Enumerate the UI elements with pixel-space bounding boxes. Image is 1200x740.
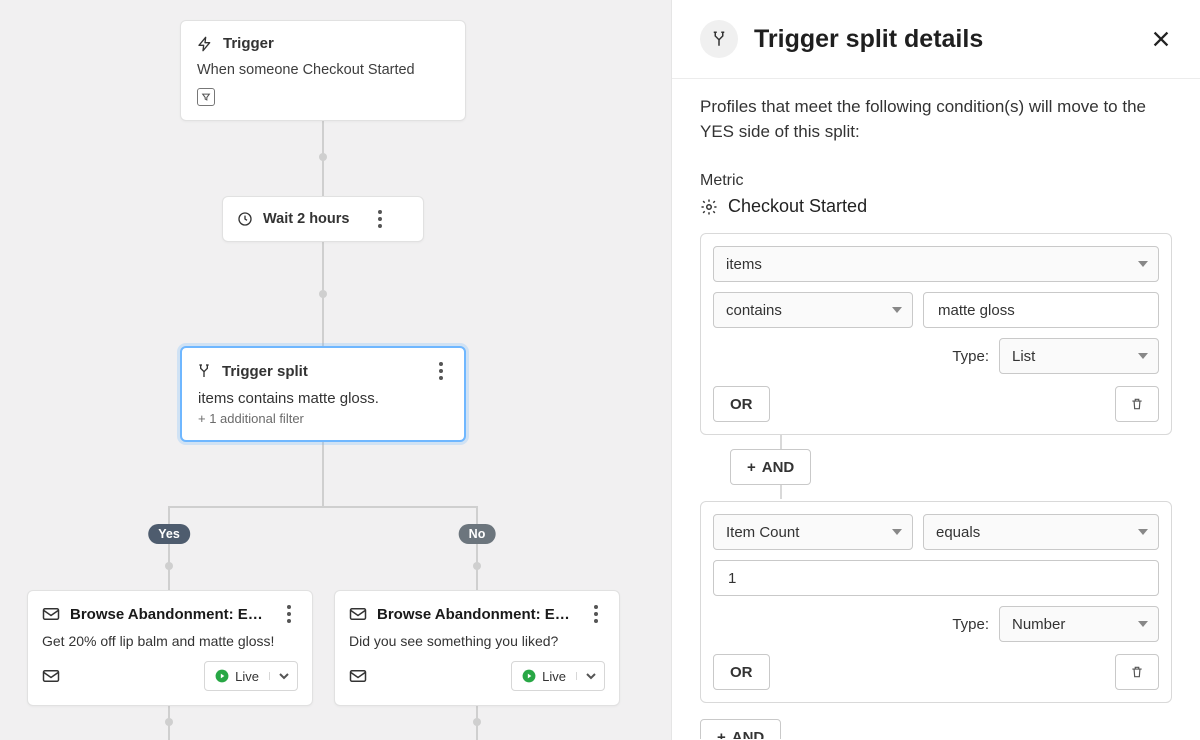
details-panel: Trigger split details Profiles that meet…: [671, 0, 1200, 740]
split-desc: items contains matte gloss.: [198, 390, 448, 407]
panel-intro: Profiles that meet the following conditi…: [700, 95, 1172, 144]
or-button[interactable]: OR: [713, 654, 770, 690]
email-card-no[interactable]: Browse Abandonment: Email… Did you see s…: [334, 590, 620, 706]
operator-select[interactable]: equals: [923, 514, 1159, 550]
branch-label-yes: Yes: [148, 524, 190, 544]
property-select[interactable]: items: [713, 246, 1159, 282]
caret-icon: [892, 529, 902, 535]
metric-label: Metric: [700, 172, 1172, 190]
status-text: Live: [542, 669, 566, 684]
email-yes-more-menu[interactable]: [280, 605, 298, 623]
trash-icon: [1130, 664, 1144, 680]
connector: [168, 506, 170, 590]
type-label: Type:: [952, 616, 989, 633]
connector: [322, 440, 324, 508]
flow-canvas[interactable]: Yes No Trigger When someone Checkout Sta…: [0, 0, 671, 740]
trigger-split-card[interactable]: Trigger split items contains matte gloss…: [180, 346, 466, 442]
email-yes-status-dropdown[interactable]: Live: [204, 661, 298, 691]
status-text: Live: [235, 669, 259, 684]
close-button[interactable]: [1150, 28, 1172, 50]
connector-dot: [473, 562, 481, 570]
gear-icon: [700, 198, 718, 216]
caret-icon: [1138, 353, 1148, 359]
caret-icon: [1138, 529, 1148, 535]
mail-icon: [349, 607, 367, 621]
property-value: Item Count: [726, 524, 799, 541]
no-text: No: [469, 527, 486, 541]
property-select[interactable]: Item Count: [713, 514, 913, 550]
mail-icon: [349, 669, 367, 683]
operator-value: equals: [936, 524, 980, 541]
value-input-field[interactable]: [936, 301, 1146, 320]
metric-value: Checkout Started: [728, 196, 867, 217]
trigger-title: Trigger: [223, 35, 274, 52]
value-input[interactable]: [923, 292, 1159, 328]
connector-dot: [473, 718, 481, 726]
connector-dot: [165, 718, 173, 726]
play-icon: [215, 669, 229, 683]
branch-label-no: No: [459, 524, 496, 544]
add-and-button[interactable]: + AND: [700, 719, 781, 739]
split-more-menu[interactable]: [432, 362, 450, 380]
clock-icon: [237, 211, 253, 227]
trigger-desc: When someone Checkout Started: [197, 62, 449, 78]
email-no-status-dropdown[interactable]: Live: [511, 661, 605, 691]
value-input[interactable]: [713, 560, 1159, 596]
split-sub: + 1 additional filter: [198, 411, 448, 426]
value-input-field[interactable]: [726, 569, 1146, 588]
plus-icon: +: [747, 459, 756, 476]
type-label: Type:: [952, 348, 989, 365]
chevron-down-icon: [269, 672, 297, 680]
operator-value: contains: [726, 302, 782, 319]
yes-text: Yes: [158, 527, 180, 541]
connector: [476, 506, 478, 590]
trash-icon: [1130, 396, 1144, 412]
connector-dot: [319, 290, 327, 298]
split-icon: [196, 363, 212, 379]
operator-select[interactable]: contains: [713, 292, 913, 328]
condition-block-2: Item Count equals Type: Number: [700, 501, 1172, 703]
mail-icon: [42, 669, 60, 683]
property-value: items: [726, 256, 762, 273]
email-yes-title: Browse Abandonment: Email…: [70, 606, 270, 623]
or-button[interactable]: OR: [713, 386, 770, 422]
caret-icon: [1138, 621, 1148, 627]
chevron-down-icon: [576, 672, 604, 680]
and-chip[interactable]: + AND: [730, 449, 811, 485]
delete-condition-button[interactable]: [1115, 386, 1159, 422]
type-select[interactable]: List: [999, 338, 1159, 374]
mail-icon: [42, 607, 60, 621]
wait-label: Wait 2 hours: [263, 211, 349, 227]
filter-icon: [197, 88, 449, 106]
panel-title: Trigger split details: [754, 25, 1134, 54]
trigger-card[interactable]: Trigger When someone Checkout Started: [180, 20, 466, 121]
condition-block-1: items contains Type: List: [700, 233, 1172, 435]
type-select[interactable]: Number: [999, 606, 1159, 642]
connector-dot: [319, 153, 327, 161]
wait-card[interactable]: Wait 2 hours: [222, 196, 424, 242]
type-value: List: [1012, 348, 1035, 365]
type-value: Number: [1012, 616, 1065, 633]
play-icon: [522, 669, 536, 683]
email-yes-desc: Get 20% off lip balm and matte gloss!: [28, 623, 312, 649]
email-no-more-menu[interactable]: [587, 605, 605, 623]
plus-icon: +: [717, 729, 726, 739]
caret-icon: [892, 307, 902, 313]
email-no-desc: Did you see something you liked?: [335, 623, 619, 649]
caret-icon: [1138, 261, 1148, 267]
delete-condition-button[interactable]: [1115, 654, 1159, 690]
connector-dot: [165, 562, 173, 570]
email-no-title: Browse Abandonment: Email…: [377, 606, 577, 623]
split-icon: [700, 20, 738, 58]
connector: [168, 506, 478, 508]
bolt-icon: [197, 36, 213, 52]
wait-more-menu[interactable]: [371, 210, 389, 228]
email-card-yes[interactable]: Browse Abandonment: Email… Get 20% off l…: [27, 590, 313, 706]
split-title: Trigger split: [222, 363, 308, 380]
